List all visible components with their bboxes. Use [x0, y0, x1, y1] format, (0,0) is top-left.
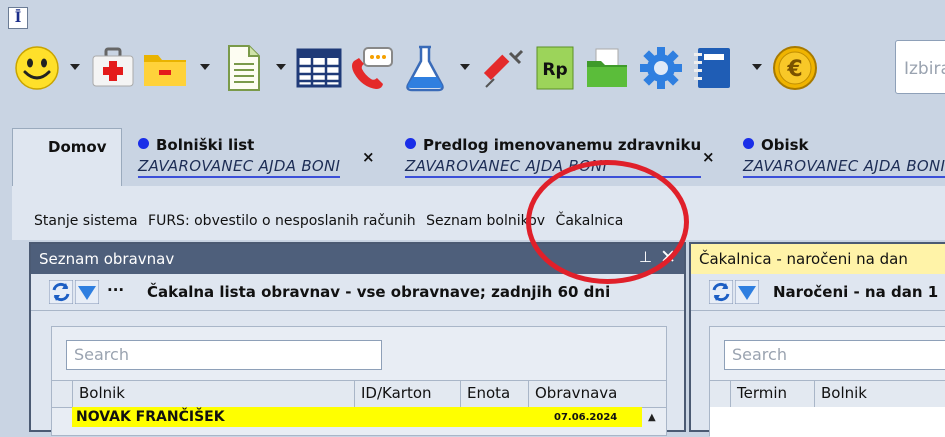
- grid-header: Bolnik ID/Karton Enota Obravnava: [52, 380, 666, 408]
- search-input[interactable]: Search: [724, 340, 945, 370]
- column-enota[interactable]: Enota: [460, 381, 528, 407]
- notebook-dropdown-caret[interactable]: [752, 64, 762, 70]
- tab-subtitle: ZAVAROVANEC AJDA BONI: [405, 157, 702, 178]
- search-input[interactable]: Search: [66, 340, 382, 370]
- flask-dropdown-caret[interactable]: [460, 64, 470, 70]
- app-icon: Ī: [8, 7, 28, 29]
- document-tabs: Domov Bolniški list ZAVAROVANEC AJDA BON…: [12, 128, 945, 188]
- pane-subtitle: Naročeni - na dan 1: [773, 283, 939, 301]
- tab-title: Predlog imenovanemu zdravniku: [423, 136, 702, 154]
- status-dot: [138, 138, 149, 149]
- column-termin[interactable]: Termin: [730, 381, 814, 407]
- gear-icon[interactable]: [636, 40, 686, 96]
- list-container: Search Bolnik ID/Karton Enota Obravnava …: [51, 326, 667, 436]
- link-stanje-sistema[interactable]: Stanje sistema: [34, 213, 138, 229]
- notebook-icon[interactable]: [688, 40, 738, 96]
- top-search-input[interactable]: Izbira: [895, 40, 945, 94]
- pane-title: Seznam obravnav: [39, 250, 175, 268]
- pane-header: Seznam obravnav ⊥ ✕: [31, 244, 684, 274]
- euro-coin-icon[interactable]: €: [770, 40, 820, 96]
- tab-title: Bolniški list: [156, 136, 255, 154]
- pane-title: Čakalnica - naročeni na dan: [699, 250, 908, 268]
- tab-subtitle: ZAVAROVANEC AJDA BONI: [743, 157, 945, 178]
- column-obravnava[interactable]: Obravnava: [528, 381, 642, 407]
- document-dropdown-caret[interactable]: [276, 64, 286, 70]
- status-dot: [743, 138, 754, 149]
- tab-predlog-close-icon[interactable]: ×: [702, 148, 715, 166]
- euro-text: €: [786, 57, 802, 82]
- grid-header: Termin Bolnik: [710, 380, 945, 408]
- smiley-dropdown-caret[interactable]: [70, 64, 80, 70]
- quick-links: Stanje sistema FURS: obvestilo o nesposl…: [34, 213, 629, 229]
- document-icon[interactable]: [218, 40, 268, 96]
- empty-list-area: [710, 407, 945, 437]
- folder-dropdown-caret[interactable]: [200, 64, 210, 70]
- refresh-icon[interactable]: [709, 280, 733, 304]
- tab-bolniski-list-close-icon[interactable]: ×: [362, 148, 375, 166]
- column-bolnik[interactable]: Bolnik: [72, 381, 354, 407]
- flask-icon[interactable]: [400, 40, 450, 96]
- pane-header: Čakalnica - naročeni na dan: [691, 244, 945, 274]
- yellow-folder-icon[interactable]: [140, 40, 190, 96]
- column-id-karton[interactable]: ID/Karton: [354, 381, 460, 407]
- link-cakalnica[interactable]: Čakalnica: [556, 213, 624, 229]
- filter-dropdown-icon[interactable]: [75, 280, 99, 304]
- tab-domov-label: Domov: [48, 138, 107, 156]
- status-dot: [405, 138, 416, 149]
- tab-obisk[interactable]: Obisk ZAVAROVANEC AJDA BONI: [743, 136, 945, 178]
- row-obravnava: 07.06.2024: [554, 412, 618, 423]
- filter-dropdown-icon[interactable]: [735, 280, 759, 304]
- list-container: Search Termin Bolnik: [709, 326, 945, 437]
- phone-chat-icon[interactable]: [346, 40, 396, 96]
- row-bolnik: NOVAK FRANČIŠEK: [76, 409, 225, 425]
- table-grid-icon[interactable]: [294, 40, 344, 96]
- prescription-rp-icon[interactable]: Rp: [530, 40, 580, 96]
- link-seznam-bolnikov[interactable]: Seznam bolnikov: [426, 213, 545, 229]
- pane-subtitle: Čakalna lista obravnav - vse obravnave; …: [147, 283, 611, 301]
- table-row[interactable]: NOVAK FRANČIŠEK 07.06.2024: [72, 407, 642, 427]
- smiley-icon[interactable]: [12, 40, 62, 96]
- pin-icon[interactable]: ⊥: [639, 248, 652, 266]
- refresh-icon[interactable]: [49, 280, 73, 304]
- close-icon[interactable]: ✕: [660, 246, 676, 268]
- seznam-obravnav-pane: Seznam obravnav ⊥ ✕ ··· Čakalna lista ob…: [29, 242, 686, 436]
- tab-predlog-imenovanemu-zdravniku[interactable]: Predlog imenovanemu zdravniku ZAVAROVANE…: [405, 136, 702, 178]
- tab-domov[interactable]: Domov: [12, 128, 122, 188]
- rp-text: Rp: [542, 60, 567, 80]
- cakalnica-pane: Čakalnica - naročeni na dan Naročeni - n…: [689, 242, 945, 437]
- column-bolnik[interactable]: Bolnik: [814, 381, 945, 407]
- link-furs-obvestilo[interactable]: FURS: obvestilo o nesposlanih računih: [148, 213, 416, 229]
- tab-title: Obisk: [761, 136, 809, 154]
- pane-subbar: ··· Čakalna lista obravnav - vse obravna…: [31, 274, 684, 311]
- scroll-up-arrow[interactable]: ▲: [648, 412, 656, 423]
- tab-bolniski-list[interactable]: Bolniški list ZAVAROVANEC AJDA BONI: [138, 136, 341, 178]
- first-aid-kit-icon[interactable]: [88, 40, 138, 96]
- syringe-icon[interactable]: [478, 40, 528, 96]
- more-options-icon[interactable]: ···: [107, 281, 124, 299]
- green-folder-icon[interactable]: [582, 40, 632, 96]
- tab-subtitle: ZAVAROVANEC AJDA BONI: [138, 157, 341, 178]
- pane-subbar: Naročeni - na dan 1: [691, 274, 945, 311]
